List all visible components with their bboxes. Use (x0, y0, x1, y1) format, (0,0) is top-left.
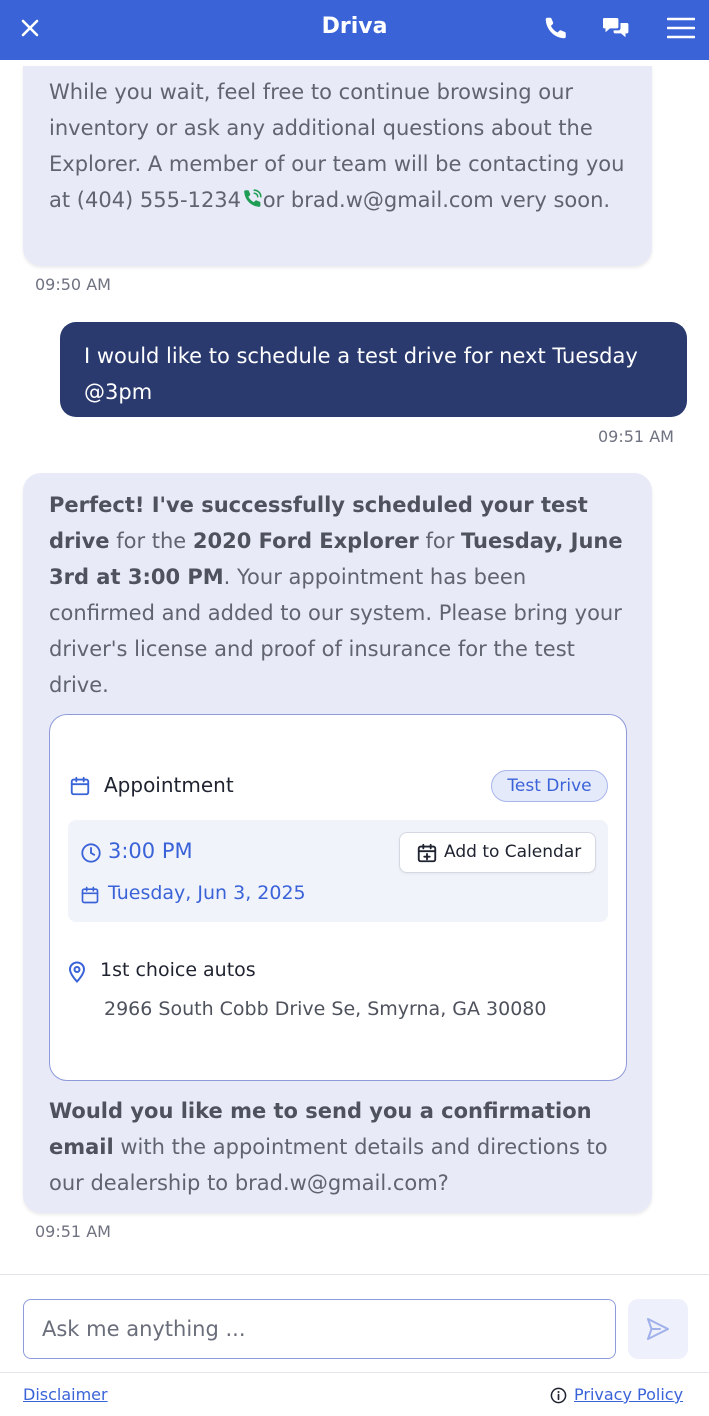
send-button[interactable] (628, 1299, 688, 1359)
disclaimer-link[interactable]: Disclaimer (23, 1385, 108, 1404)
message-timestamp: 09:51 AM (35, 1222, 111, 1241)
add-to-calendar-label: Add to Calendar (444, 842, 582, 862)
menu-icon[interactable] (667, 15, 695, 41)
chat-icon[interactable] (602, 15, 630, 41)
location-address: 2966 South Cobb Drive Se, Smyrna, GA 300… (104, 998, 547, 1020)
divider (0, 1274, 709, 1275)
message-timestamp: 09:50 AM (35, 275, 111, 294)
appointment-time-box: 3:00 PM Tuesday, Jun 3, 2025 Add to Cale… (68, 820, 608, 922)
message-input[interactable] (23, 1299, 616, 1359)
appointment-time: 3:00 PM (108, 839, 193, 863)
message-text: I would like to schedule a test drive fo… (84, 344, 638, 404)
clock-icon (81, 843, 101, 863)
add-to-calendar-button[interactable]: Add to Calendar (399, 832, 596, 873)
appointment-date: Tuesday, Jun 3, 2025 (108, 882, 306, 904)
location-name: 1st choice autos (100, 959, 256, 981)
appointment-card: Appointment Test Drive 3:00 PM Tuesday, … (49, 714, 627, 1081)
bot-message: While you wait, feel free to continue br… (23, 66, 652, 266)
message-followup: Would you like me to send you a confirma… (49, 1099, 608, 1195)
privacy-policy-link[interactable]: Privacy Policy (574, 1385, 683, 1404)
calendar-plus-icon (417, 843, 437, 863)
message-text: While you wait, feel free to continue br… (49, 80, 625, 212)
divider (0, 1372, 709, 1373)
appointment-label: Appointment (104, 773, 234, 797)
info-icon (550, 1387, 567, 1404)
phone-icon[interactable] (543, 15, 569, 41)
send-icon (647, 1318, 669, 1340)
message-text: Perfect! I've successfully scheduled you… (49, 493, 623, 697)
calendar-icon (81, 886, 99, 904)
appointment-type-badge: Test Drive (491, 770, 608, 802)
user-message: I would like to schedule a test drive fo… (60, 322, 687, 417)
location-pin-icon (68, 961, 86, 983)
phone-call-icon[interactable] (242, 188, 263, 209)
message-timestamp: 09:51 AM (598, 427, 674, 446)
calendar-icon (70, 776, 90, 796)
app-header: Driva (0, 0, 709, 60)
